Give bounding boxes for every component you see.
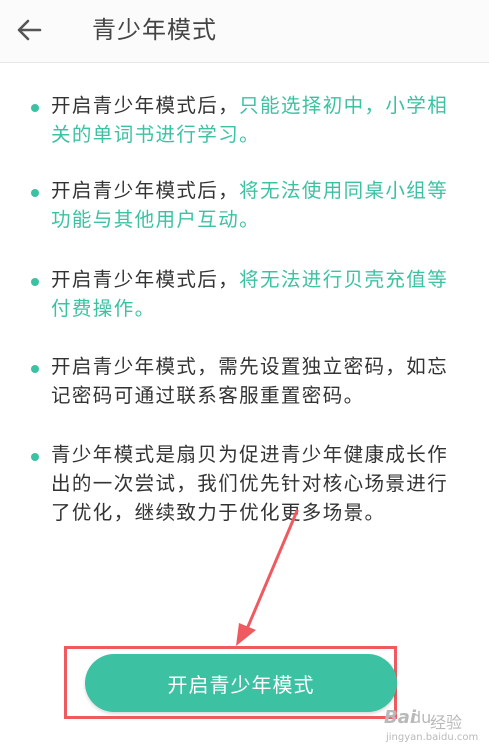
notice-plain: 开启青少年模式后，	[51, 179, 240, 202]
app-header: 青少年模式	[0, 0, 489, 63]
page-title: 青少年模式	[92, 16, 217, 44]
notice-text: 开启青少年模式后，只能选择初中，小学相关的单词书进行学习。	[51, 91, 461, 149]
notice-plain: 开启青少年模式后，	[51, 268, 240, 291]
bullet-dot-icon	[31, 189, 39, 197]
enable-youth-mode-button[interactable]: 开启青少年模式	[85, 654, 397, 712]
notice-plain: 开启青少年模式后，	[51, 94, 240, 117]
watermark: Bai du 经验 jingyan.baidu.com	[384, 707, 482, 751]
notice-text: 开启青少年模式后，将无法进行贝壳充值等付费操作。	[51, 265, 461, 323]
bullet-dot-icon	[31, 365, 39, 373]
watermark-paw: du	[411, 708, 432, 727]
bullet-dot-icon	[31, 453, 39, 461]
bullet-dot-icon	[31, 278, 39, 286]
notice-text: 开启青少年模式后，将无法使用同桌小组等功能与其他用户互动。	[51, 176, 461, 234]
notice-text: 青少年模式是扇贝为促进青少年健康成长作出的一次尝试，我们优先针对核心场景进行了优…	[51, 440, 461, 527]
watermark-word: 经验	[430, 713, 463, 732]
notice-plain: 开启青少年模式，需先设置独立密码，如忘记密码可通过联系客服重置密码。	[51, 355, 449, 407]
notice-plain: 青少年模式是扇贝为促进青少年健康成长作出的一次尝试，我们优先针对核心场景进行了优…	[51, 443, 449, 524]
arrow-left-icon[interactable]	[14, 15, 44, 45]
bullet-dot-icon	[31, 104, 39, 112]
notice-text: 开启青少年模式，需先设置独立密码，如忘记密码可通过联系客服重置密码。	[51, 352, 461, 410]
watermark-url: jingyan.baidu.com	[386, 732, 479, 743]
